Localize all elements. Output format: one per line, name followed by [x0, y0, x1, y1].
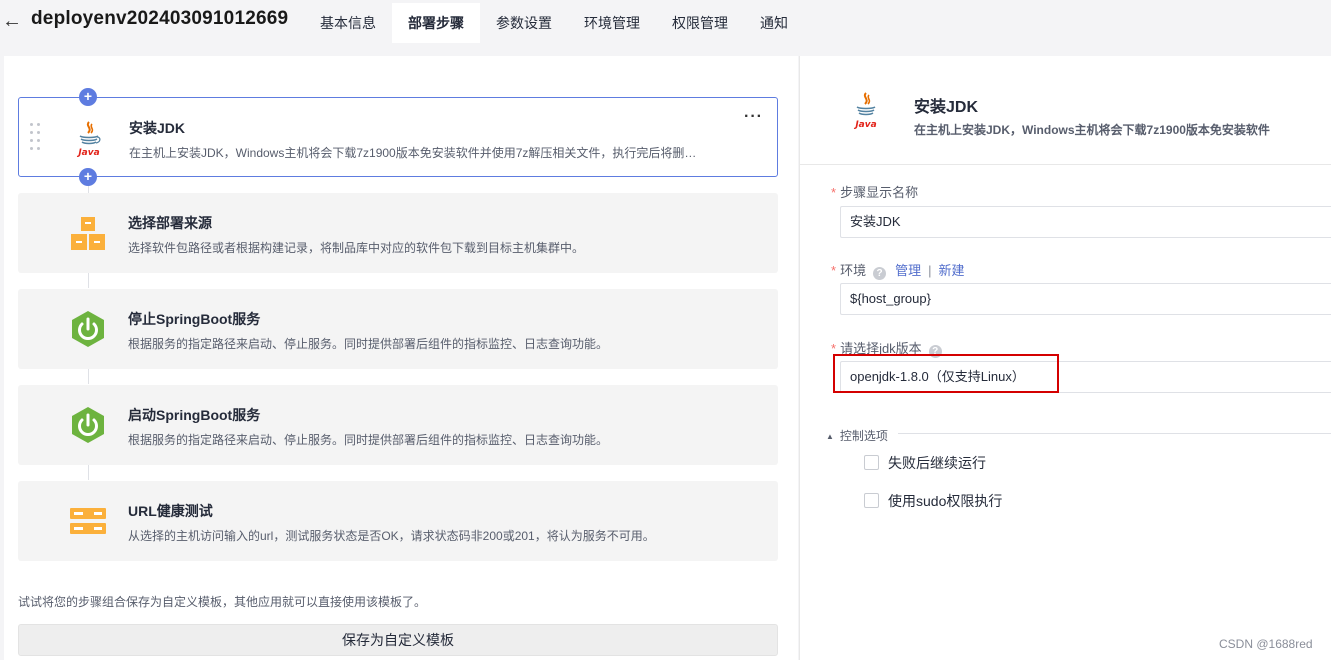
- springboot-icon: [68, 405, 108, 445]
- step-title: URL健康测试: [128, 503, 213, 519]
- continue-on-failure-checkbox[interactable]: 失败后继续运行: [864, 453, 986, 473]
- use-sudo-checkbox[interactable]: 使用sudo权限执行: [864, 491, 1002, 511]
- step-card-install-jdk[interactable]: Java 安装JDK 在主机上安装JDK，Windows主机将会下载7z1900…: [18, 97, 778, 177]
- svg-text:Java: Java: [853, 120, 876, 130]
- step-description: 在主机上安装JDK，Windows主机将会下载7z1900版本免安装软件并使用7…: [129, 146, 699, 160]
- step-description: 选择软件包路径或者根据构建记录，将制品库中对应的软件包下载到目标主机集群中。: [128, 241, 585, 255]
- step-detail-panel: Java 安装JDK 在主机上安装JDK，Windows主机将会下载7z1900…: [799, 56, 1331, 660]
- step-description: 根据服务的指定路径来启动、停止服务。同时提供部署后组件的指标监控、日志查询功能。: [128, 433, 609, 447]
- step-card-start-springboot[interactable]: 启动SpringBoot服务 根据服务的指定路径来启动、停止服务。同时提供部署后…: [18, 385, 778, 465]
- divider: [898, 433, 1331, 434]
- jdk-version-select[interactable]: openjdk-1.8.0（仅支持Linux）: [840, 361, 1331, 393]
- step-description: 从选择的主机访问输入的url，测试服务状态是否OK，请求状态码非200或201，…: [128, 529, 655, 543]
- step-card-stop-springboot[interactable]: 停止SpringBoot服务 根据服务的指定路径来启动、停止服务。同时提供部署后…: [18, 289, 778, 369]
- divider: [800, 164, 1331, 165]
- required-mark: *: [831, 341, 837, 356]
- environment-select[interactable]: ${host_group}: [840, 283, 1331, 315]
- link-separator: |: [928, 263, 932, 278]
- java-icon: Java: [850, 89, 882, 133]
- add-step-before-button[interactable]: +: [79, 88, 97, 106]
- url-health-icon: [68, 501, 108, 541]
- jdk-version-label: * 请选择jdk版本?: [831, 338, 942, 358]
- page-title: deployenv202403091012669: [31, 8, 289, 29]
- help-icon[interactable]: ?: [928, 345, 942, 358]
- step-name-label: * 步骤显示名称: [831, 185, 919, 200]
- top-header: ← deployenv202403091012669 基本信息 部署步骤 参数设…: [0, 0, 1331, 44]
- new-environment-link[interactable]: 新建: [938, 263, 964, 278]
- tab-bar: 基本信息 部署步骤 参数设置 环境管理 权限管理 通知: [304, 3, 804, 43]
- tab-basic-info[interactable]: 基本信息: [304, 3, 392, 43]
- step-title: 安装JDK: [129, 120, 186, 136]
- step-description: 根据服务的指定路径来启动、停止服务。同时提供部署后组件的指标监控、日志查询功能。: [128, 337, 609, 351]
- tab-environment[interactable]: 环境管理: [568, 3, 656, 43]
- back-arrow-icon[interactable]: ←: [2, 10, 22, 32]
- springboot-icon: [68, 309, 108, 349]
- step-list-panel: Java 安装JDK 在主机上安装JDK，Windows主机将会下载7z1900…: [4, 56, 798, 660]
- detail-description: 在主机上安装JDK，Windows主机将会下载7z1900版本免安装软件: [914, 123, 1270, 137]
- step-title: 启动SpringBoot服务: [128, 407, 261, 423]
- more-options-icon[interactable]: ···: [744, 108, 763, 126]
- detail-title: 安装JDK: [914, 99, 979, 116]
- save-as-template-button[interactable]: 保存为自定义模板: [18, 624, 778, 656]
- checkbox-icon[interactable]: [864, 455, 879, 470]
- step-name-input[interactable]: 安装JDK: [840, 206, 1331, 238]
- java-icon: Java: [69, 118, 109, 158]
- template-tip: 试试将您的步骤组合保存为自定义模板，其他应用就可以直接使用该模板了。: [18, 595, 427, 609]
- checkbox-icon[interactable]: [864, 493, 879, 508]
- svg-text:Java: Java: [76, 148, 99, 158]
- package-source-icon: [68, 213, 108, 253]
- tab-notification[interactable]: 通知: [744, 3, 804, 43]
- step-title: 停止SpringBoot服务: [128, 311, 261, 327]
- control-options-toggle[interactable]: ▲ 控制选项: [826, 427, 888, 444]
- step-card-url-health[interactable]: URL健康测试 从选择的主机访问输入的url，测试服务状态是否OK，请求状态码非…: [18, 481, 778, 561]
- watermark: CSDN @1688red: [1219, 637, 1313, 651]
- tab-parameters[interactable]: 参数设置: [480, 3, 568, 43]
- step-title: 选择部署来源: [128, 215, 212, 231]
- manage-environment-link[interactable]: 管理: [895, 263, 921, 278]
- required-mark: *: [831, 185, 837, 200]
- tab-deploy-steps[interactable]: 部署步骤: [392, 3, 480, 43]
- environment-label: * 环境? 管理 | 新建: [831, 263, 965, 280]
- required-mark: *: [831, 263, 837, 278]
- tab-permissions[interactable]: 权限管理: [656, 3, 744, 43]
- add-step-after-button[interactable]: +: [79, 168, 97, 186]
- drag-handle-icon[interactable]: [30, 123, 44, 153]
- caret-up-icon: ▲: [826, 432, 834, 441]
- help-icon[interactable]: ?: [873, 267, 887, 280]
- step-card-deploy-source[interactable]: 选择部署来源 选择软件包路径或者根据构建记录，将制品库中对应的软件包下载到目标主…: [18, 193, 778, 273]
